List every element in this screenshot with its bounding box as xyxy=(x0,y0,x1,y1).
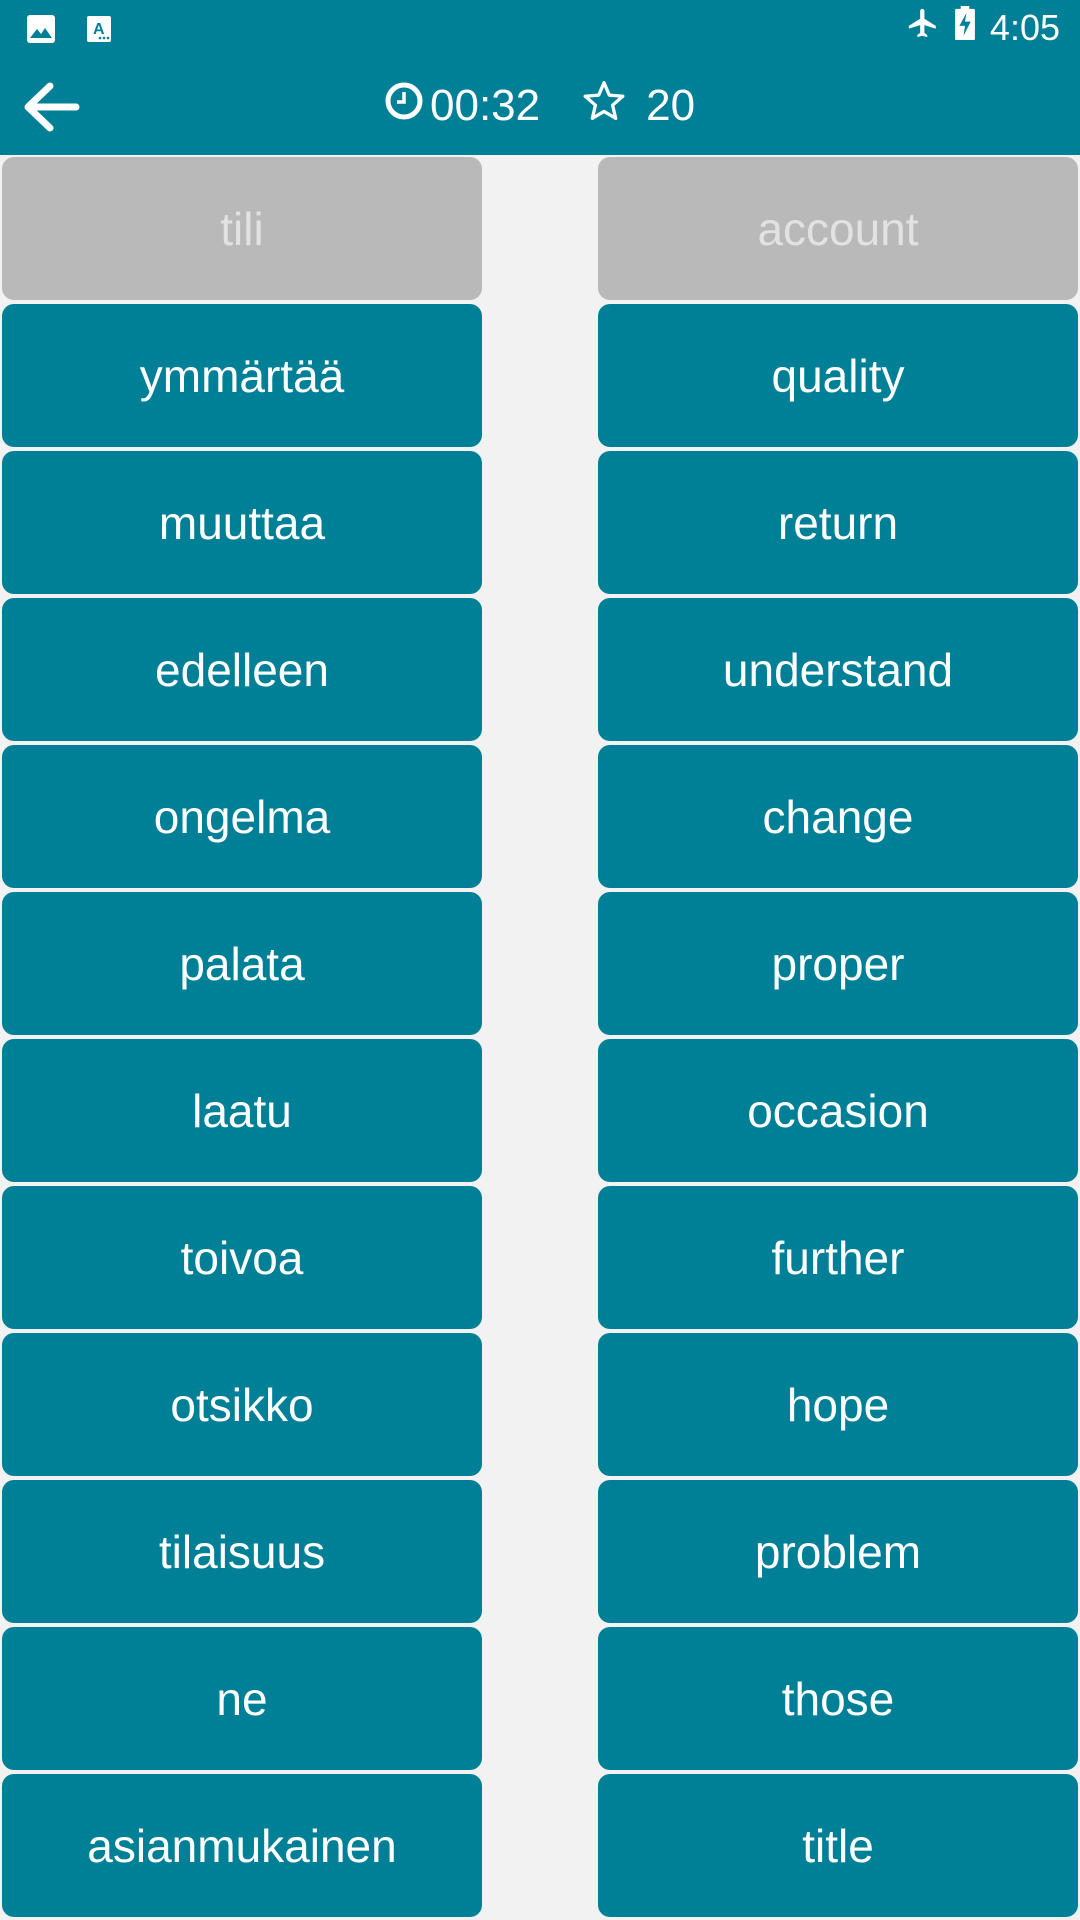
word-row: ymmärtää quality xyxy=(0,304,1080,447)
word-row: edelleen understand xyxy=(0,598,1080,741)
english-word-card[interactable]: quality xyxy=(598,304,1078,447)
game-stats: 00:32 20 xyxy=(384,80,695,132)
finnish-word-card[interactable]: muuttaa xyxy=(2,451,482,594)
airplane-icon xyxy=(906,6,940,49)
word-row: tilaisuus problem xyxy=(0,1480,1080,1623)
clock-time: 4:05 xyxy=(989,6,1060,48)
word-row: laatu occasion xyxy=(0,1039,1080,1182)
score-value: 20 xyxy=(646,81,696,130)
english-word-card: account xyxy=(598,157,1078,300)
app-bar: 00:32 20 xyxy=(0,58,1080,155)
word-row: otsikko hope xyxy=(0,1333,1080,1476)
english-word-card[interactable]: change xyxy=(598,745,1078,888)
clock-icon xyxy=(384,81,424,132)
back-button[interactable] xyxy=(20,76,82,138)
word-row: palata proper xyxy=(0,892,1080,1035)
english-word-card[interactable]: title xyxy=(598,1774,1078,1917)
word-row: tili account xyxy=(0,157,1080,300)
star-icon xyxy=(582,80,626,133)
finnish-word-card[interactable]: palata xyxy=(2,892,482,1035)
battery-charging-icon xyxy=(954,6,976,49)
finnish-word-card[interactable]: ongelma xyxy=(2,745,482,888)
word-row: asianmukainen title xyxy=(0,1774,1080,1917)
word-row: muuttaa return xyxy=(0,451,1080,594)
status-bar: A 4:05 xyxy=(0,0,1080,58)
svg-text:A: A xyxy=(93,21,105,38)
word-row: ne those xyxy=(0,1627,1080,1770)
finnish-word-card[interactable]: asianmukainen xyxy=(2,1774,482,1917)
word-row: toivoa further xyxy=(0,1186,1080,1329)
english-word-card[interactable]: problem xyxy=(598,1480,1078,1623)
finnish-word-card[interactable]: otsikko xyxy=(2,1333,482,1476)
finnish-word-card: tili xyxy=(2,157,482,300)
english-word-card[interactable]: those xyxy=(598,1627,1078,1770)
english-word-card[interactable]: proper xyxy=(598,892,1078,1035)
finnish-word-card[interactable]: ne xyxy=(2,1627,482,1770)
word-row: ongelma change xyxy=(0,745,1080,888)
english-word-card[interactable]: further xyxy=(598,1186,1078,1329)
font-icon: A xyxy=(86,15,112,48)
finnish-word-card[interactable]: toivoa xyxy=(2,1186,482,1329)
finnish-word-card[interactable]: edelleen xyxy=(2,598,482,741)
image-icon xyxy=(26,14,56,49)
arrow-left-icon xyxy=(24,82,80,132)
english-word-card[interactable]: hope xyxy=(598,1333,1078,1476)
english-word-card[interactable]: understand xyxy=(598,598,1078,741)
finnish-word-card[interactable]: ymmärtää xyxy=(2,304,482,447)
finnish-word-card[interactable]: laatu xyxy=(2,1039,482,1182)
english-word-card[interactable]: occasion xyxy=(598,1039,1078,1182)
timer-value: 00:32 xyxy=(430,81,541,130)
english-word-card[interactable]: return xyxy=(598,451,1078,594)
finnish-word-card[interactable]: tilaisuus xyxy=(2,1480,482,1623)
